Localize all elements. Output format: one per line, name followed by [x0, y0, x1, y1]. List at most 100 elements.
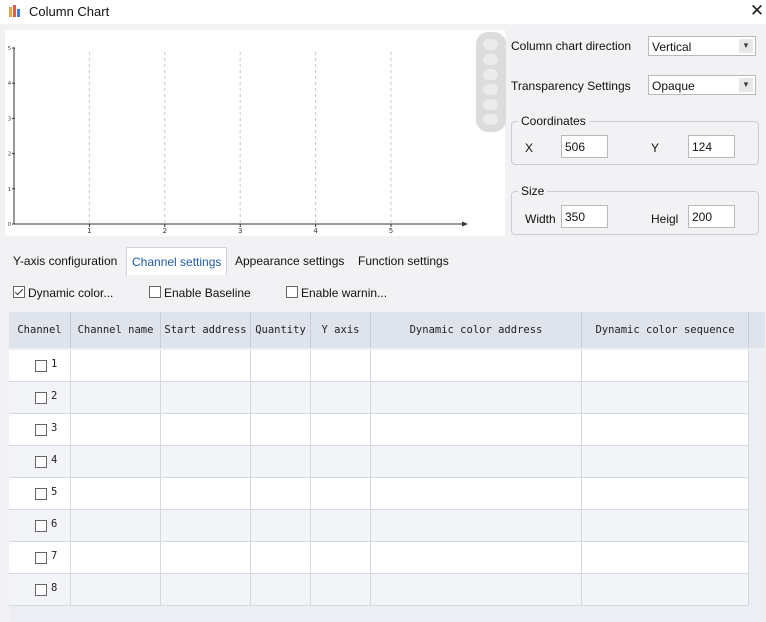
table-cell[interactable] [251, 542, 311, 573]
table-cell[interactable] [251, 478, 311, 509]
enable-baseline-checkbox[interactable] [149, 286, 161, 298]
table-cell[interactable] [582, 414, 749, 445]
channel-cell[interactable]: 6 [9, 510, 71, 541]
table-cell[interactable] [161, 382, 251, 413]
x-tick-label: 2 [163, 227, 167, 235]
table-cell[interactable] [161, 414, 251, 445]
column-header-channel[interactable]: Channel [9, 312, 71, 348]
table-cell[interactable] [311, 478, 371, 509]
table-cell[interactable] [311, 574, 371, 605]
chevron-down-icon[interactable]: ▼ [739, 39, 753, 53]
table-cell[interactable] [582, 350, 749, 381]
table-cell[interactable] [371, 574, 582, 605]
table-cell[interactable] [71, 574, 161, 605]
table-cell[interactable] [582, 478, 749, 509]
tab-appearance-settings[interactable]: Appearance settings [235, 247, 344, 275]
channel-checkbox[interactable] [35, 456, 47, 468]
table-cell[interactable] [582, 542, 749, 573]
table-cell[interactable] [371, 382, 582, 413]
table-cell[interactable] [71, 446, 161, 477]
column-header-channel-name[interactable]: Channel name [71, 312, 161, 348]
dynamic-color-checkbox[interactable] [13, 286, 25, 298]
table-cell[interactable] [71, 414, 161, 445]
table-row[interactable]: 3 [9, 414, 749, 446]
table-cell[interactable] [71, 382, 161, 413]
table-cell[interactable] [371, 510, 582, 541]
table-cell[interactable] [161, 478, 251, 509]
table-cell[interactable] [251, 414, 311, 445]
height-input[interactable] [688, 205, 735, 228]
table-cell[interactable] [71, 510, 161, 541]
table-cell[interactable] [161, 446, 251, 477]
enable-warning-option[interactable]: Enable warnin... [286, 286, 387, 302]
table-cell[interactable] [371, 478, 582, 509]
table-row[interactable]: 6 [9, 510, 749, 542]
table-cell[interactable] [251, 574, 311, 605]
y-input[interactable] [688, 135, 735, 158]
table-row[interactable]: 8 [9, 574, 749, 606]
table-cell[interactable] [582, 382, 749, 413]
table-row[interactable]: 2 [9, 382, 749, 414]
table-cell[interactable] [311, 350, 371, 381]
preview-scroll-handle[interactable] [476, 32, 506, 132]
table-cell[interactable] [161, 350, 251, 381]
channel-checkbox[interactable] [35, 552, 47, 564]
table-cell[interactable] [311, 542, 371, 573]
transparency-select[interactable]: Opaque ▼ [648, 75, 756, 95]
channel-checkbox[interactable] [35, 520, 47, 532]
direction-select[interactable]: Vertical ▼ [648, 36, 756, 56]
table-cell[interactable] [311, 382, 371, 413]
column-header-quantity[interactable]: Quantity [251, 312, 311, 348]
width-input[interactable] [561, 205, 608, 228]
channel-cell[interactable]: 8 [9, 574, 71, 605]
channel-cell[interactable]: 4 [9, 446, 71, 477]
table-cell[interactable] [582, 510, 749, 541]
channel-cell[interactable]: 2 [9, 382, 71, 413]
table-row[interactable]: 1 [9, 350, 749, 382]
table-cell[interactable] [161, 542, 251, 573]
column-header-dynamic-color-sequence[interactable]: Dynamic color sequence [582, 312, 749, 348]
table-cell[interactable] [71, 542, 161, 573]
column-header-start-address[interactable]: Start address [161, 312, 251, 348]
table-cell[interactable] [71, 350, 161, 381]
channel-cell[interactable]: 5 [9, 478, 71, 509]
channel-cell[interactable]: 1 [9, 350, 71, 381]
table-cell[interactable] [371, 446, 582, 477]
column-header-y-axis[interactable]: Y axis [311, 312, 371, 348]
enable-warning-checkbox[interactable] [286, 286, 298, 298]
channel-cell[interactable]: 3 [9, 414, 71, 445]
table-row[interactable]: 4 [9, 446, 749, 478]
tab-y-axis-configuration[interactable]: Y-axis configuration [13, 247, 117, 275]
chevron-down-icon[interactable]: ▼ [739, 78, 753, 92]
table-cell[interactable] [251, 510, 311, 541]
tab-function-settings[interactable]: Function settings [358, 247, 449, 275]
table-cell[interactable] [371, 414, 582, 445]
x-input[interactable] [561, 135, 608, 158]
channel-checkbox[interactable] [35, 424, 47, 436]
close-icon[interactable]: ✕ [748, 2, 766, 20]
table-cell[interactable] [71, 478, 161, 509]
tab-channel-settings[interactable]: Channel settings [126, 247, 228, 275]
table-cell[interactable] [161, 574, 251, 605]
table-cell[interactable] [311, 414, 371, 445]
enable-baseline-option[interactable]: Enable Baseline [149, 286, 251, 302]
channel-checkbox[interactable] [35, 392, 47, 404]
channel-checkbox[interactable] [35, 360, 47, 372]
dynamic-color-option[interactable]: Dynamic color... [13, 286, 113, 302]
table-cell[interactable] [161, 510, 251, 541]
table-cell[interactable] [582, 446, 749, 477]
table-cell[interactable] [311, 446, 371, 477]
channel-checkbox[interactable] [35, 488, 47, 500]
channel-checkbox[interactable] [35, 584, 47, 596]
table-cell[interactable] [371, 350, 582, 381]
table-cell[interactable] [371, 542, 582, 573]
table-cell[interactable] [251, 446, 311, 477]
table-cell[interactable] [311, 510, 371, 541]
table-cell[interactable] [582, 574, 749, 605]
column-header-dynamic-color-address[interactable]: Dynamic color address [371, 312, 582, 348]
table-cell[interactable] [251, 382, 311, 413]
table-cell[interactable] [251, 350, 311, 381]
channel-cell[interactable]: 7 [9, 542, 71, 573]
table-row[interactable]: 7 [9, 542, 749, 574]
table-row[interactable]: 5 [9, 478, 749, 510]
